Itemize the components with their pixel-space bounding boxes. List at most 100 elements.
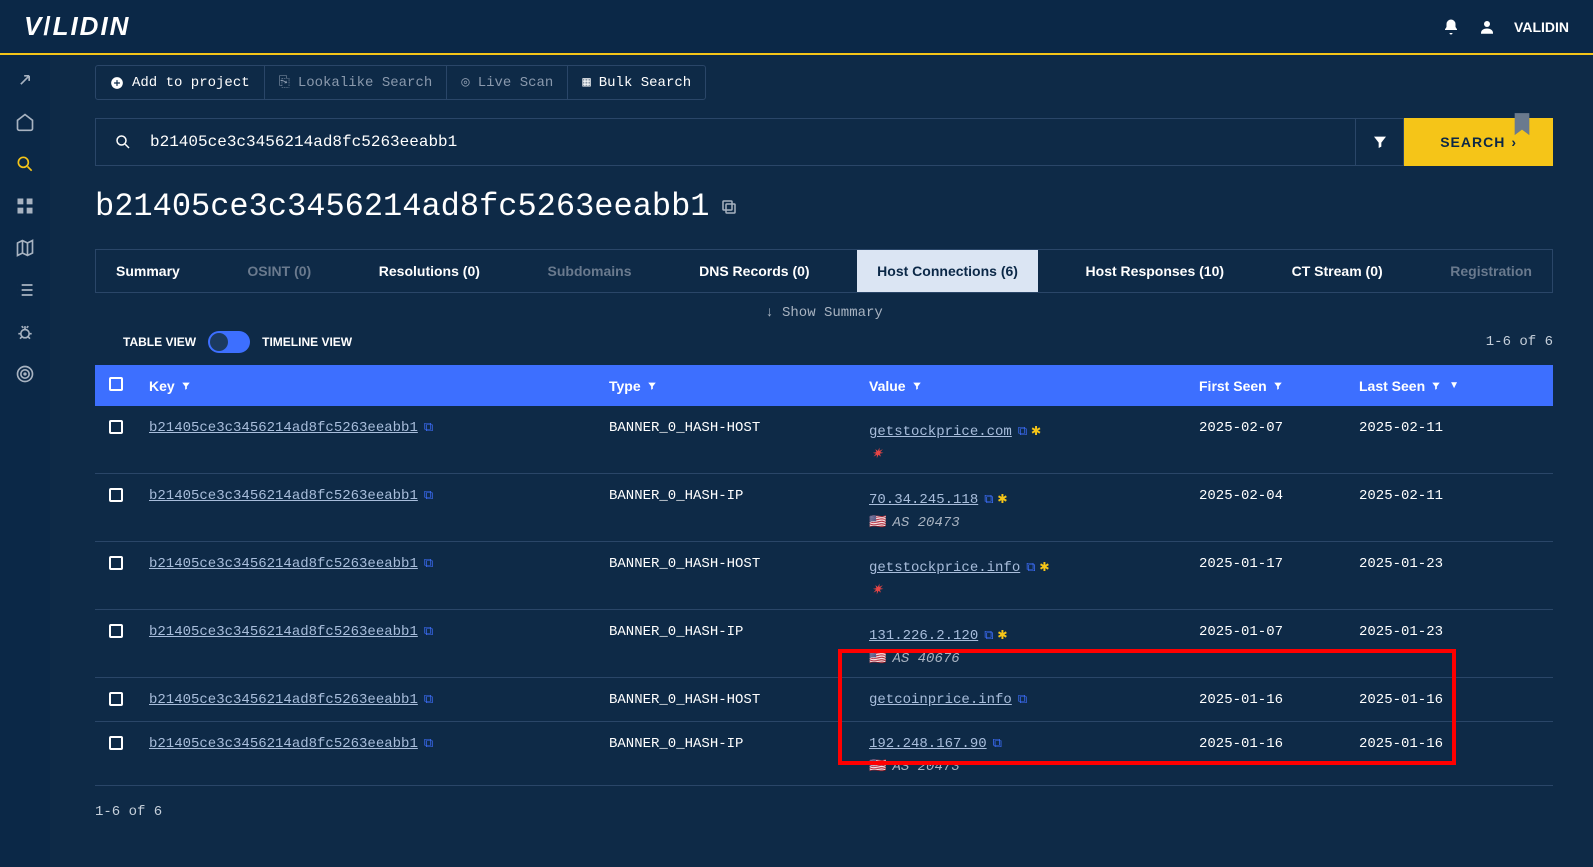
row-checkbox[interactable] xyxy=(109,556,123,570)
row-checkbox[interactable] xyxy=(109,692,123,706)
type-cell: BANNER_0_HASH-HOST xyxy=(609,692,869,708)
target-icon[interactable] xyxy=(15,364,35,384)
copy-icon[interactable]: ⧉ xyxy=(1018,424,1027,439)
paging-top: 1-6 of 6 xyxy=(1486,334,1553,350)
copy-icon[interactable] xyxy=(720,198,738,216)
lookalike-search-button[interactable]: ⎘Lookalike Search xyxy=(265,66,448,99)
view-toggle[interactable] xyxy=(208,331,250,353)
tab-subdomains[interactable]: Subdomains xyxy=(528,250,652,292)
user-icon[interactable] xyxy=(1478,18,1496,36)
expand-icon[interactable] xyxy=(15,70,35,90)
left-sidebar xyxy=(0,55,50,867)
key-link[interactable]: b21405ce3c3456214ad8fc5263eeabb1 xyxy=(149,488,418,504)
tab-host-responses[interactable]: Host Responses (10) xyxy=(1066,250,1244,292)
star-icon: ✱ xyxy=(1031,422,1041,440)
last-seen-cell: 2025-01-16 xyxy=(1359,692,1519,708)
live-scan-button[interactable]: ◎Live Scan xyxy=(447,66,568,99)
row-checkbox[interactable] xyxy=(109,420,123,434)
select-all-checkbox[interactable] xyxy=(109,377,123,391)
last-seen-cell: 2025-01-23 xyxy=(1359,556,1519,572)
brand-logo[interactable]: V/VALIDINLIDIN xyxy=(24,11,130,42)
table-view-label[interactable]: TABLE VIEW xyxy=(123,335,196,349)
grid-icon[interactable] xyxy=(15,196,35,216)
tabs: Summary OSINT (0) Resolutions (0) Subdom… xyxy=(95,249,1553,293)
asn-label: 🇺🇸AS 20473 xyxy=(869,514,1199,531)
copy-icon[interactable]: ⧉ xyxy=(424,692,433,707)
table-row: b21405ce3c3456214ad8fc5263eeabb1 ⧉ BANNER… xyxy=(95,610,1553,678)
value-link[interactable]: 131.226.2.120 xyxy=(869,628,978,644)
key-link[interactable]: b21405ce3c3456214ad8fc5263eeabb1 xyxy=(149,736,418,752)
map-icon[interactable] xyxy=(15,238,35,258)
copy-icon[interactable]: ⧉ xyxy=(424,624,433,639)
tab-osint[interactable]: OSINT (0) xyxy=(227,250,331,292)
show-summary-toggle[interactable]: ↓ Show Summary xyxy=(765,305,883,321)
copy-icon[interactable]: ⧉ xyxy=(993,736,1002,751)
add-to-project-button[interactable]: Add to project xyxy=(96,66,265,99)
col-value[interactable]: Value xyxy=(869,377,1199,394)
table-row: b21405ce3c3456214ad8fc5263eeabb1⧉ BANNER… xyxy=(95,722,1553,786)
col-key[interactable]: Key xyxy=(149,377,609,394)
bell-icon[interactable] xyxy=(1442,18,1460,36)
first-seen-cell: 2025-02-04 xyxy=(1199,488,1359,504)
copy-icon[interactable]: ⧉ xyxy=(1026,560,1035,575)
top-header: V/VALIDINLIDIN VALIDIN xyxy=(0,0,1593,55)
copy-icon[interactable]: ⧉ xyxy=(984,628,993,643)
search-nav-icon[interactable] xyxy=(15,154,35,174)
copy-icon[interactable]: ⧉ xyxy=(424,736,433,751)
paging-bottom: 1-6 of 6 xyxy=(95,804,1553,820)
tab-dns-records[interactable]: DNS Records (0) xyxy=(679,250,829,292)
home-icon[interactable] xyxy=(15,112,35,132)
col-last-seen[interactable]: Last Seen ▼ xyxy=(1359,377,1519,394)
username-label[interactable]: VALIDIN xyxy=(1514,19,1569,35)
copy-icon[interactable]: ⧉ xyxy=(984,492,993,507)
col-type[interactable]: Type xyxy=(609,377,869,394)
value-link[interactable]: 192.248.167.90 xyxy=(869,736,987,752)
first-seen-cell: 2025-01-16 xyxy=(1199,692,1359,708)
row-checkbox[interactable] xyxy=(109,624,123,638)
search-input[interactable] xyxy=(150,133,1337,151)
main-content: Add to project ⎘Lookalike Search ◎Live S… xyxy=(50,55,1593,867)
row-checkbox[interactable] xyxy=(109,488,123,502)
star-icon: ✱ xyxy=(998,626,1008,644)
timeline-view-label[interactable]: TIMELINE VIEW xyxy=(262,335,352,349)
copy-icon[interactable]: ⧉ xyxy=(424,556,433,571)
action-toolbar: Add to project ⎘Lookalike Search ◎Live S… xyxy=(95,65,706,100)
page-title: b21405ce3c3456214ad8fc5263eeabb1 xyxy=(95,188,1553,225)
table-row: b21405ce3c3456214ad8fc5263eeabb1 ⧉ BANNER… xyxy=(95,542,1553,610)
list-icon[interactable] xyxy=(15,280,35,300)
filter-button[interactable] xyxy=(1356,118,1404,166)
star-icon: ✱ xyxy=(998,490,1008,508)
key-link[interactable]: b21405ce3c3456214ad8fc5263eeabb1 xyxy=(149,556,418,572)
value-link[interactable]: getstockprice.info xyxy=(869,560,1020,576)
bug-icon[interactable] xyxy=(15,322,35,342)
bookmark-icon[interactable] xyxy=(1511,113,1533,144)
virus-icon: ✷ xyxy=(871,447,883,463)
download-icon[interactable] xyxy=(95,334,111,350)
value-link[interactable]: 70.34.245.118 xyxy=(869,492,978,508)
table-row: b21405ce3c3456214ad8fc5263eeabb1 ⧉ BANNER… xyxy=(95,678,1553,722)
copy-icon[interactable]: ⧉ xyxy=(424,488,433,503)
table-header: Key Type Value First Seen Last Seen ▼ xyxy=(95,365,1553,406)
tab-registration[interactable]: Registration xyxy=(1430,250,1552,292)
value-link[interactable]: getcoinprice.info xyxy=(869,692,1012,708)
col-first-seen[interactable]: First Seen xyxy=(1199,377,1359,394)
tab-ct-stream[interactable]: CT Stream (0) xyxy=(1272,250,1403,292)
bulk-search-button[interactable]: ▦Bulk Search xyxy=(568,66,705,99)
copy-icon[interactable]: ⧉ xyxy=(1018,692,1027,707)
tab-summary[interactable]: Summary xyxy=(96,250,200,292)
key-link[interactable]: b21405ce3c3456214ad8fc5263eeabb1 xyxy=(149,624,418,640)
view-toggle-row: TABLE VIEW TIMELINE VIEW 1-6 of 6 xyxy=(95,331,1553,353)
type-cell: BANNER_0_HASH-IP xyxy=(609,624,869,640)
key-link[interactable]: b21405ce3c3456214ad8fc5263eeabb1 xyxy=(149,692,418,708)
search-row: SEARCH › xyxy=(95,118,1553,166)
tab-host-connections[interactable]: Host Connections (6) xyxy=(857,250,1038,292)
last-seen-cell: 2025-02-11 xyxy=(1359,420,1519,436)
tab-resolutions[interactable]: Resolutions (0) xyxy=(359,250,500,292)
row-checkbox[interactable] xyxy=(109,736,123,750)
first-seen-cell: 2025-01-17 xyxy=(1199,556,1359,572)
value-link[interactable]: getstockprice.com xyxy=(869,424,1012,440)
type-cell: BANNER_0_HASH-HOST xyxy=(609,556,869,572)
key-link[interactable]: b21405ce3c3456214ad8fc5263eeabb1 xyxy=(149,420,418,436)
copy-icon[interactable]: ⧉ xyxy=(424,420,433,435)
star-icon: ✱ xyxy=(1040,558,1050,576)
